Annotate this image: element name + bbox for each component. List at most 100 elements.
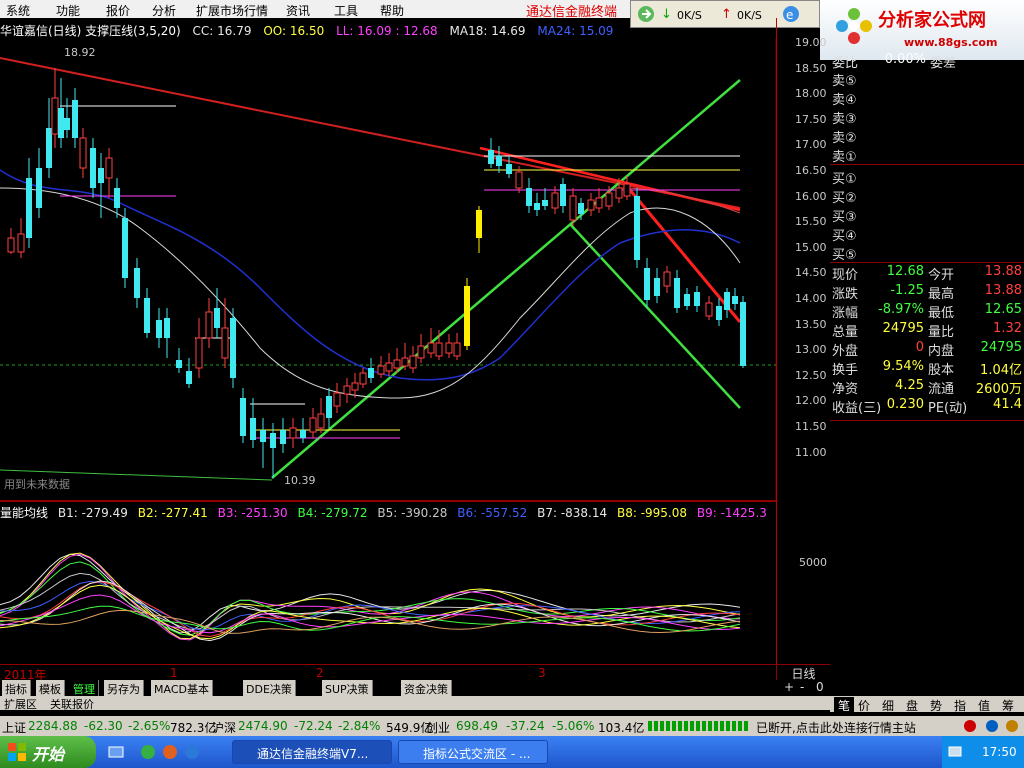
flower-logo-icon — [836, 8, 872, 44]
menu-item-system[interactable]: 系统 — [6, 2, 30, 19]
zoom-out-button[interactable]: - — [800, 680, 804, 694]
buy-level-1[interactable]: 买① — [830, 168, 1024, 187]
quote-panel: 委比 0.00% 委差 卖⑤ 卖④ 卖③ 卖② 卖① 买① 买② 买③ 买④ 买⑤ 现价 12.6… — [830, 52, 1024, 420]
series-label-b4: B4: -279.72 — [297, 506, 368, 520]
start-button[interactable]: 开始 — [0, 736, 96, 768]
quote-label: 外盘 — [832, 344, 859, 359]
indicator-tab-4[interactable]: MACD基本 — [151, 680, 213, 696]
sell-level-1[interactable]: 卖① — [830, 146, 1024, 165]
sell-level-2[interactable]: 卖② — [830, 127, 1024, 146]
quote-value: 4.25 — [895, 378, 924, 393]
indicator-tabs: 指标 模板 管理 另存为 MACD基本 DDE决策 SUP决策 资金决策 — [0, 680, 1024, 696]
warning-icon[interactable] — [1004, 718, 1020, 734]
upload-arrow-icon: ↑ — [721, 7, 732, 22]
quote-label: 内盘 — [928, 344, 955, 359]
quote-label: 涨幅 — [832, 306, 859, 321]
price-tick-4: 17.00 — [795, 138, 827, 152]
quote-label-weibi: 委比 — [832, 56, 859, 71]
side-tab-3[interactable]: 盘 — [906, 697, 918, 714]
quote-value: 24795 — [882, 321, 924, 336]
future-data-note: 用到未来数据 — [4, 477, 70, 491]
side-tab-1[interactable]: 价 — [858, 697, 870, 714]
menu-item-analysis[interactable]: 分析 — [152, 2, 176, 19]
logo-url: www.88gs.com — [904, 36, 998, 49]
cy-value: 698.49 — [456, 719, 498, 733]
side-tab-7[interactable]: 筹 — [1002, 697, 1014, 714]
tab-extension-area[interactable]: 扩展区 — [4, 696, 37, 712]
show-desktop-icon[interactable] — [108, 744, 124, 760]
menu-item-info[interactable]: 资讯 — [286, 2, 310, 19]
info-icon[interactable] — [984, 718, 1000, 734]
pane-divider[interactable] — [0, 500, 776, 502]
price-tick-7: 15.50 — [795, 215, 827, 229]
sell-level-2-label: 卖② — [832, 131, 857, 146]
indicator-tab-7[interactable]: 资金决策 — [401, 680, 452, 696]
indicator-tab-5[interactable]: DDE决策 — [243, 680, 296, 696]
ma24-line — [0, 169, 741, 381]
zoom-in-button[interactable]: + — [784, 680, 794, 694]
app-quicklaunch-icon[interactable] — [162, 744, 178, 760]
ie-quicklaunch-icon[interactable] — [184, 744, 200, 760]
quote-stat-row: 涨跌 -1.25 最高 13.88 — [830, 283, 1024, 302]
quote-value: 1.32 — [993, 321, 1022, 336]
price-tick-16: 11.00 — [795, 445, 827, 459]
quote-label: 流通 — [928, 382, 955, 397]
speaker-icon[interactable] — [962, 718, 978, 734]
indicator-tab-2[interactable]: 管理 — [70, 680, 99, 696]
quote-label: 净资 — [832, 382, 859, 397]
buy-level-3[interactable]: 买③ — [830, 206, 1024, 225]
price-tick-0: 19.00 — [795, 36, 827, 49]
sell-level-3[interactable]: 卖③ — [830, 108, 1024, 127]
side-tabs: 笔价细盘势指值筹 — [830, 696, 1024, 714]
series-label-b9: B9: -1425.3 — [696, 506, 767, 520]
side-tab-4[interactable]: 势 — [930, 697, 942, 714]
indicator-tab-0[interactable]: 指标 — [2, 680, 31, 696]
sell-level-5[interactable]: 卖⑤ — [830, 70, 1024, 89]
volume-ma-chart[interactable] — [0, 520, 776, 664]
buy-level-5[interactable]: 买⑤ — [830, 244, 1024, 263]
price-tick-15: 11.50 — [795, 420, 827, 433]
side-tab-0[interactable]: 笔 — [834, 697, 855, 714]
menu-item-quote[interactable]: 报价 — [106, 2, 130, 19]
task-forum-label: 指标公式交流区 - ... — [423, 747, 531, 761]
clock[interactable]: 17:50 — [982, 745, 1017, 759]
task-forum-browser[interactable]: 指标公式交流区 - ... — [398, 740, 548, 764]
ma18-line — [0, 187, 741, 399]
connect-icon[interactable] — [637, 5, 655, 23]
quote-value: 12.68 — [886, 264, 924, 279]
quote-value: -8.97% — [878, 302, 924, 317]
quote-value: 13.88 — [984, 283, 1022, 298]
menu-item-extended-market[interactable]: 扩展市场行情 — [196, 2, 268, 19]
task-tdx-terminal[interactable]: 通达信金融终端V7... — [232, 740, 392, 764]
price-tick-6: 16.00 — [795, 189, 827, 203]
side-tab-2[interactable]: 细 — [882, 697, 894, 714]
connection-status-link[interactable]: 已断开,点击此处连接行情主站 — [756, 719, 916, 736]
menu-item-function[interactable]: 功能 — [56, 2, 80, 19]
price-axis: 19.00 18.50 18.00 17.50 17.00 16.50 16.00 15.50… — [776, 18, 830, 686]
menu-item-tools[interactable]: 工具 — [334, 2, 358, 19]
zoom-reset-button[interactable]: 0 — [816, 680, 824, 694]
main-price-chart[interactable]: 18.92 10.39 用到未来数据 — [0, 38, 776, 500]
period-label[interactable]: 日线 — [776, 664, 830, 681]
quote-label: 换手 — [832, 363, 859, 378]
indicator-tab-3[interactable]: 另存为 — [104, 680, 144, 696]
side-tab-6[interactable]: 值 — [978, 697, 990, 714]
buy-level-2[interactable]: 买② — [830, 187, 1024, 206]
x-axis-month-3: 3 — [538, 666, 546, 680]
tab-related-quote[interactable]: 关联报价 — [50, 696, 94, 712]
buy-level-3-label: 买③ — [832, 210, 857, 225]
menu-item-help[interactable]: 帮助 — [380, 2, 404, 19]
buy-level-4-label: 买④ — [832, 229, 857, 244]
browser-quicklaunch-icon[interactable] — [140, 744, 156, 760]
indicator-tab-6[interactable]: SUP决策 — [322, 680, 373, 696]
indicator-tab-1[interactable]: 模板 — [36, 680, 65, 696]
indicator-oo: OO: 16.50 — [263, 24, 325, 38]
cy-change: -37.24 — [506, 719, 545, 733]
network-tray-icon[interactable] — [948, 745, 962, 759]
volume-tick: 5000 — [799, 556, 827, 569]
buy-level-4[interactable]: 买④ — [830, 225, 1024, 244]
quote-stat-row: 净资 4.25 流通 2600万 — [830, 378, 1024, 397]
sell-level-4[interactable]: 卖④ — [830, 89, 1024, 108]
upload-speed: 0K/S — [737, 9, 762, 22]
side-tab-5[interactable]: 指 — [954, 697, 966, 714]
